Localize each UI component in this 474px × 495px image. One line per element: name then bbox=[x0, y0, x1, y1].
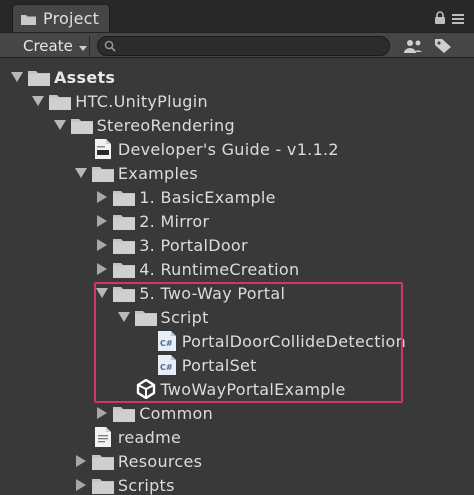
tree-item[interactable]: C# PortalSet bbox=[138, 353, 257, 377]
tree-item[interactable]: Common bbox=[95, 401, 213, 425]
tree-item-label: Assets bbox=[54, 67, 116, 87]
filter-by-label-icon[interactable] bbox=[432, 37, 454, 55]
expand-arrow-down-icon[interactable] bbox=[53, 118, 67, 132]
tree-item[interactable]: Resources bbox=[74, 449, 202, 473]
tree-item-label: StereoRendering bbox=[96, 115, 235, 135]
tree-item[interactable]: Examples bbox=[74, 161, 198, 185]
tree-item[interactable]: 2. Mirror bbox=[95, 209, 209, 233]
expand-arrow-right-icon[interactable] bbox=[74, 454, 88, 468]
create-label: Create bbox=[23, 37, 73, 55]
tree-item[interactable]: 4. RuntimeCreation bbox=[95, 257, 299, 281]
tab-tools bbox=[434, 10, 464, 29]
tree-item-label: Common bbox=[139, 403, 214, 423]
expand-arrow-right-icon[interactable] bbox=[95, 190, 109, 204]
tree-item-label: PortalDoorCollideDetection bbox=[181, 331, 407, 351]
tree-item-label: 4. RuntimeCreation bbox=[139, 259, 300, 279]
tree-item[interactable]: TwoWayPortalExample bbox=[117, 377, 346, 401]
expand-arrow-right-icon[interactable] bbox=[74, 478, 88, 492]
folder-icon bbox=[28, 68, 50, 86]
expand-arrow-down-icon[interactable] bbox=[95, 286, 109, 300]
pdf-document-icon bbox=[92, 139, 114, 159]
expand-arrow-down-icon[interactable] bbox=[117, 310, 131, 324]
search-field[interactable] bbox=[97, 36, 390, 56]
expand-arrow-right-icon[interactable] bbox=[95, 406, 109, 420]
tree-item-label: HTC.UnityPlugin bbox=[75, 91, 208, 111]
tree-item[interactable]: Scripts bbox=[74, 473, 175, 495]
folder-icon bbox=[113, 404, 136, 422]
tree-item[interactable]: 5. Two-Way Portal bbox=[95, 281, 285, 305]
tree-item-label: readme bbox=[117, 427, 182, 447]
tree-item-label: 3. PortalDoor bbox=[139, 235, 248, 255]
folder-icon bbox=[113, 212, 136, 230]
expand-arrow-down-icon[interactable] bbox=[10, 70, 24, 84]
tree-item-label: TwoWayPortalExample bbox=[160, 379, 346, 399]
project-tree: Assets HTC.UnityPlugin StereoRendering Deve… bbox=[0, 58, 474, 495]
text-document-icon bbox=[92, 427, 114, 447]
folder-icon bbox=[91, 164, 114, 182]
unity-scene-icon bbox=[135, 379, 157, 399]
folder-icon bbox=[113, 260, 136, 278]
tree-item[interactable]: Assets bbox=[10, 65, 115, 89]
search-icon bbox=[104, 37, 116, 56]
tree-item-label: Resources bbox=[117, 451, 203, 471]
tree-item[interactable]: StereoRendering bbox=[53, 113, 235, 137]
lock-icon[interactable] bbox=[434, 10, 446, 29]
svg-text:C#: C# bbox=[160, 363, 173, 372]
tree-item-label: Developer's Guide - v1.1.2 bbox=[117, 139, 339, 159]
expand-arrow-right-icon[interactable] bbox=[95, 238, 109, 252]
toolbar-divider bbox=[89, 36, 90, 56]
tab-project[interactable]: Project bbox=[12, 4, 110, 32]
tab-label: Project bbox=[43, 9, 100, 28]
dropdown-arrow-icon bbox=[78, 37, 87, 55]
tree-item-label: Scripts bbox=[117, 475, 175, 495]
tree-item-label: PortalSet bbox=[181, 355, 257, 375]
folder-icon bbox=[113, 236, 136, 254]
filter-by-type-icon[interactable] bbox=[402, 37, 424, 55]
tree-item[interactable]: readme bbox=[74, 425, 181, 449]
tree-item[interactable]: HTC.UnityPlugin bbox=[31, 89, 208, 113]
folder-icon bbox=[49, 92, 72, 110]
create-button[interactable]: Create bbox=[15, 35, 95, 57]
csharp-script-icon: C# bbox=[156, 355, 178, 375]
expand-arrow-down-icon[interactable] bbox=[31, 94, 45, 108]
folder-icon bbox=[134, 308, 157, 326]
tree-item-label: 2. Mirror bbox=[139, 211, 210, 231]
tree-item[interactable]: 3. PortalDoor bbox=[95, 233, 248, 257]
tree-item-label: 5. Two-Way Portal bbox=[139, 283, 286, 303]
csharp-script-icon: C# bbox=[156, 331, 178, 351]
tab-bar: Project bbox=[0, 0, 474, 32]
tree-item[interactable]: Developer's Guide - v1.1.2 bbox=[74, 137, 339, 161]
tree-item[interactable]: 1. BasicExample bbox=[95, 185, 276, 209]
tree-item[interactable]: Script bbox=[117, 305, 209, 329]
tree-item-label: Examples bbox=[117, 163, 199, 183]
menu-icon[interactable] bbox=[452, 10, 464, 29]
search-input[interactable] bbox=[120, 38, 370, 54]
expand-arrow-right-icon[interactable] bbox=[95, 214, 109, 228]
tree-item-label: Script bbox=[160, 307, 209, 327]
tree-item[interactable]: C# PortalDoorCollideDetection bbox=[138, 329, 406, 353]
folder-icon bbox=[113, 188, 136, 206]
toolbar: Create bbox=[0, 32, 474, 58]
folder-icon bbox=[70, 116, 93, 134]
expand-arrow-right-icon[interactable] bbox=[95, 262, 109, 276]
expand-arrow-down-icon[interactable] bbox=[74, 166, 88, 180]
svg-text:C#: C# bbox=[160, 339, 173, 348]
folder-icon bbox=[113, 284, 136, 302]
tree-item-label: 1. BasicExample bbox=[139, 187, 276, 207]
folder-icon bbox=[21, 13, 36, 25]
folder-icon bbox=[91, 452, 114, 470]
folder-icon bbox=[91, 476, 114, 494]
